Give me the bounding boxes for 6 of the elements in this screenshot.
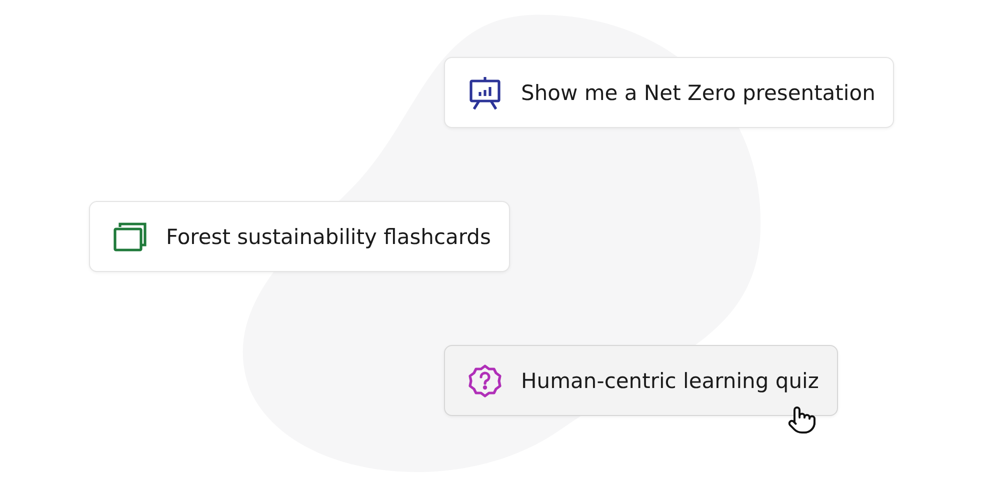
hand-cursor-icon: [786, 405, 817, 435]
suggestion-chip[interactable]: Show me a Net Zero presentation: [444, 57, 894, 128]
suggestion-chip[interactable]: Forest sustainability flashcards: [89, 201, 510, 272]
suggestion-label: Show me a Net Zero presentation: [521, 80, 876, 104]
suggestion-label: Human-centric learning quiz: [521, 368, 819, 392]
suggestion-label: Forest sustainability flashcards: [166, 224, 491, 248]
